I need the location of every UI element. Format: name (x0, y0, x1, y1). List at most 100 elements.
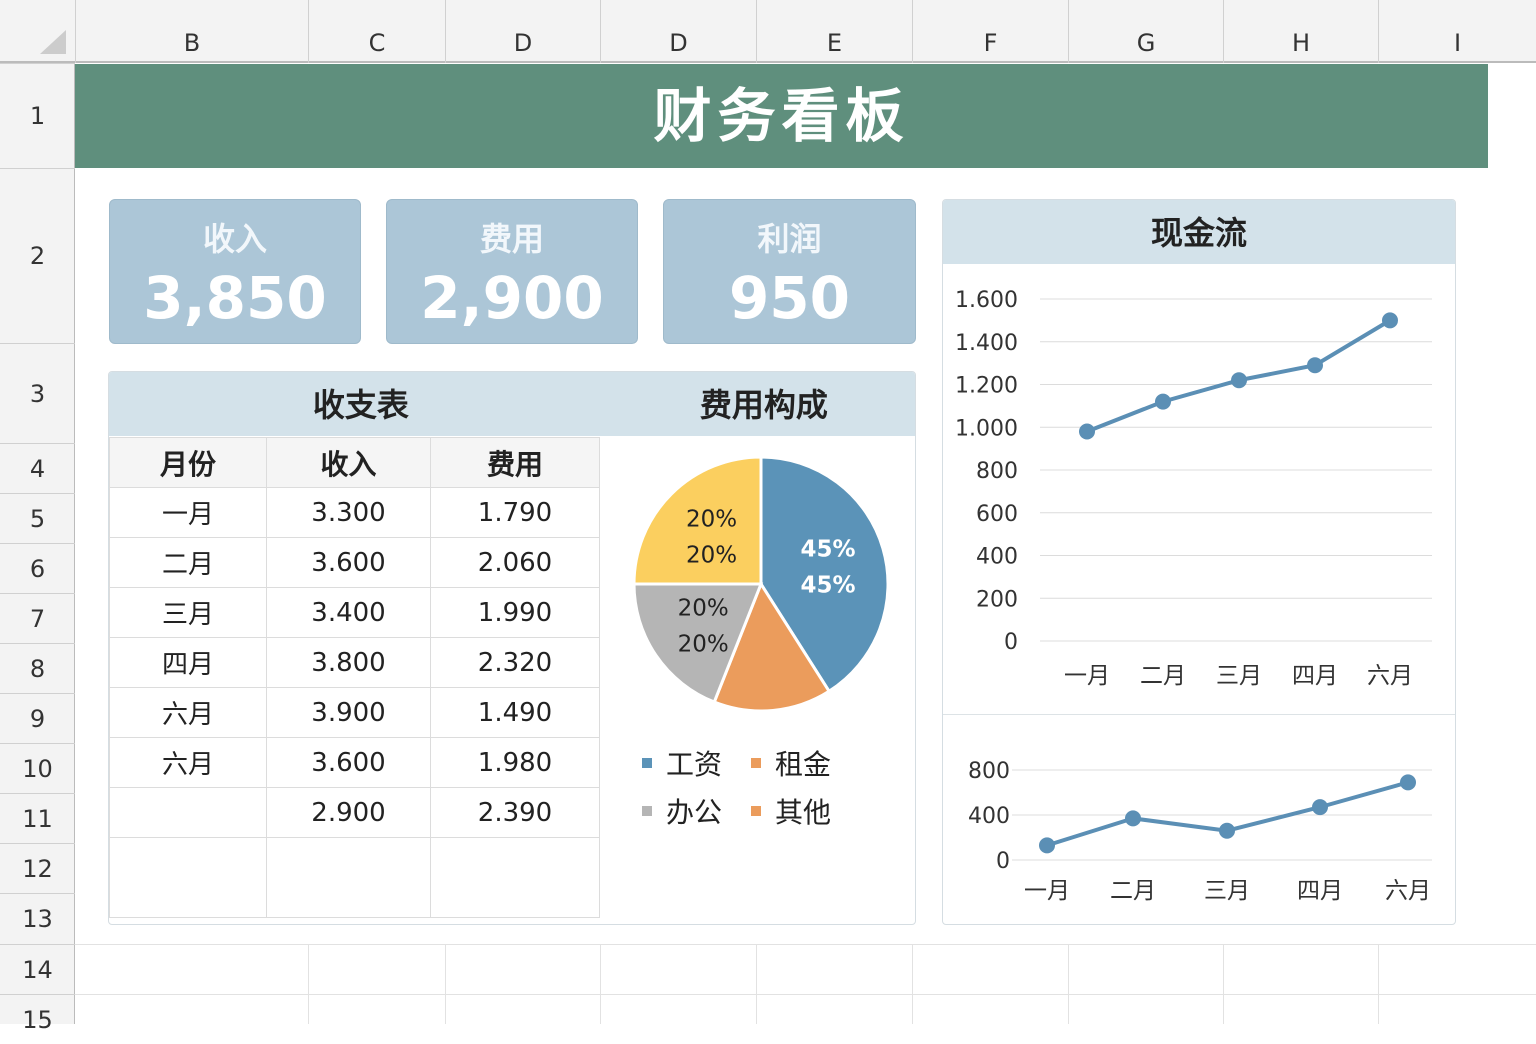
row-header[interactable]: 14 (0, 944, 75, 994)
legend-item: 租金 (751, 743, 831, 783)
kpi-value: 950 (728, 264, 851, 332)
table-cell[interactable]: 3.600 (266, 737, 431, 788)
legend-label: 办公 (666, 796, 723, 829)
row-header[interactable]: 2 (0, 168, 75, 343)
data-point[interactable] (1079, 423, 1095, 440)
row-header[interactable]: 11 (0, 793, 75, 843)
gridline (1068, 944, 1069, 1024)
y-tick-label: 1.000 (955, 416, 1018, 441)
legend-label: 其他 (775, 796, 832, 829)
row-header[interactable]: 8 (0, 643, 75, 693)
table-cell[interactable]: 2.390 (430, 787, 600, 838)
table-cell[interactable] (109, 787, 267, 838)
x-tick-label: 六月 (1367, 663, 1413, 689)
y-tick-label: 1.200 (955, 374, 1018, 399)
table-cell[interactable]: 3.600 (266, 537, 431, 588)
table-row: 二月 3.600 2.060 (109, 537, 600, 588)
kpi-label: 利润 (757, 220, 822, 258)
column-header[interactable]: G (1068, 0, 1223, 63)
table-cell[interactable] (109, 837, 267, 918)
kpi-card-profit: 利润 950 (663, 199, 916, 344)
row-header[interactable]: 1 (0, 63, 75, 168)
column-header[interactable]: D (600, 0, 756, 63)
gridline (308, 944, 309, 1024)
y-tick-label: 0 (996, 849, 1010, 874)
column-header[interactable]: F (912, 0, 1068, 63)
table-cell[interactable] (430, 837, 600, 918)
row-header[interactable]: 12 (0, 843, 75, 893)
pie-title: 费用构成 (699, 386, 828, 424)
y-tick-label: 400 (976, 545, 1018, 570)
data-point[interactable] (1312, 799, 1328, 816)
gridline (1223, 944, 1224, 1024)
column-header[interactable]: E (756, 0, 912, 63)
data-point[interactable] (1400, 774, 1416, 791)
table-cell[interactable]: 3.400 (266, 587, 431, 638)
column-header[interactable]: C (308, 0, 445, 63)
table-cell[interactable]: 3.900 (266, 687, 431, 738)
pie-data-label: 20% (678, 631, 729, 657)
table-cell[interactable]: 二月 (109, 537, 267, 588)
column-header[interactable]: I (1378, 0, 1536, 63)
table-cell[interactable]: 2.320 (430, 637, 600, 688)
x-tick-label: 二月 (1110, 878, 1156, 904)
table-cell[interactable]: 3.300 (266, 487, 431, 538)
table-cell[interactable]: 2.060 (430, 537, 600, 588)
row-header[interactable]: 5 (0, 493, 75, 543)
data-point[interactable] (1219, 822, 1235, 839)
column-header[interactable]: D (445, 0, 600, 63)
legend-swatch (642, 758, 652, 768)
legend-item: 工资 (642, 743, 722, 783)
data-point[interactable] (1382, 312, 1398, 329)
table-cell[interactable]: 四月 (109, 637, 267, 688)
table-cell[interactable]: 1.980 (430, 737, 600, 788)
table-cell[interactable]: 三月 (109, 587, 267, 638)
gridline (75, 944, 1536, 945)
data-point[interactable] (1231, 372, 1247, 389)
row-header[interactable]: 9 (0, 693, 75, 743)
legend-swatch (751, 758, 761, 768)
y-tick-label: 200 (976, 587, 1018, 612)
column-header[interactable]: B (75, 0, 308, 63)
table-cell[interactable]: 1.790 (430, 487, 600, 538)
column-header[interactable]: H (1223, 0, 1378, 63)
x-tick-label: 一月 (1024, 878, 1070, 904)
row-header[interactable]: 6 (0, 543, 75, 593)
kpi-card-expense: 费用 2,900 (386, 199, 638, 344)
pie-data-label: 20% (678, 595, 729, 621)
row-header[interactable]: 15 (0, 994, 75, 1044)
cashflow-charts: 02004006008001.0001.2001.4001.600一月 二月 三月四… (955, 288, 1432, 904)
data-point[interactable] (1039, 837, 1055, 854)
gridline (912, 944, 913, 1024)
table-cell[interactable]: 1.490 (430, 687, 600, 738)
data-point[interactable] (1155, 393, 1171, 410)
legend-swatch (751, 806, 761, 816)
row-header[interactable]: 10 (0, 743, 75, 793)
row-header[interactable]: 4 (0, 443, 75, 493)
select-all-corner[interactable] (40, 30, 66, 54)
data-point[interactable] (1125, 810, 1141, 827)
table-cell[interactable]: 2.900 (266, 787, 431, 838)
data-point[interactable] (1307, 357, 1323, 374)
table-cell[interactable]: 1.990 (430, 587, 600, 638)
pie-data-label: 20% (686, 543, 737, 569)
y-tick-label: 1.600 (955, 288, 1018, 313)
row-header[interactable]: 3 (0, 343, 75, 443)
x-tick-label: 一月 (1064, 663, 1110, 689)
legend-item: 办公 (642, 791, 722, 831)
table-cell[interactable]: 一月 (109, 487, 267, 538)
gridline (75, 994, 1536, 995)
table-row: 六月 3.900 1.490 (109, 687, 600, 738)
table-cell[interactable] (266, 837, 431, 918)
column-heading: 月份 (109, 437, 267, 488)
table-cell[interactable]: 六月 (109, 687, 267, 738)
x-tick-label: 二月 (1140, 663, 1186, 689)
table-cell[interactable]: 3.800 (266, 637, 431, 688)
pie-chart: 45% 45% 20% 20% 20% 20% (632, 455, 890, 713)
pie-data-label: 45% (801, 537, 856, 563)
y-tick-label: 800 (968, 759, 1010, 784)
x-tick-label: 四月 (1292, 663, 1338, 689)
table-cell[interactable]: 六月 (109, 737, 267, 788)
row-header[interactable]: 13 (0, 893, 75, 944)
row-header[interactable]: 7 (0, 593, 75, 643)
